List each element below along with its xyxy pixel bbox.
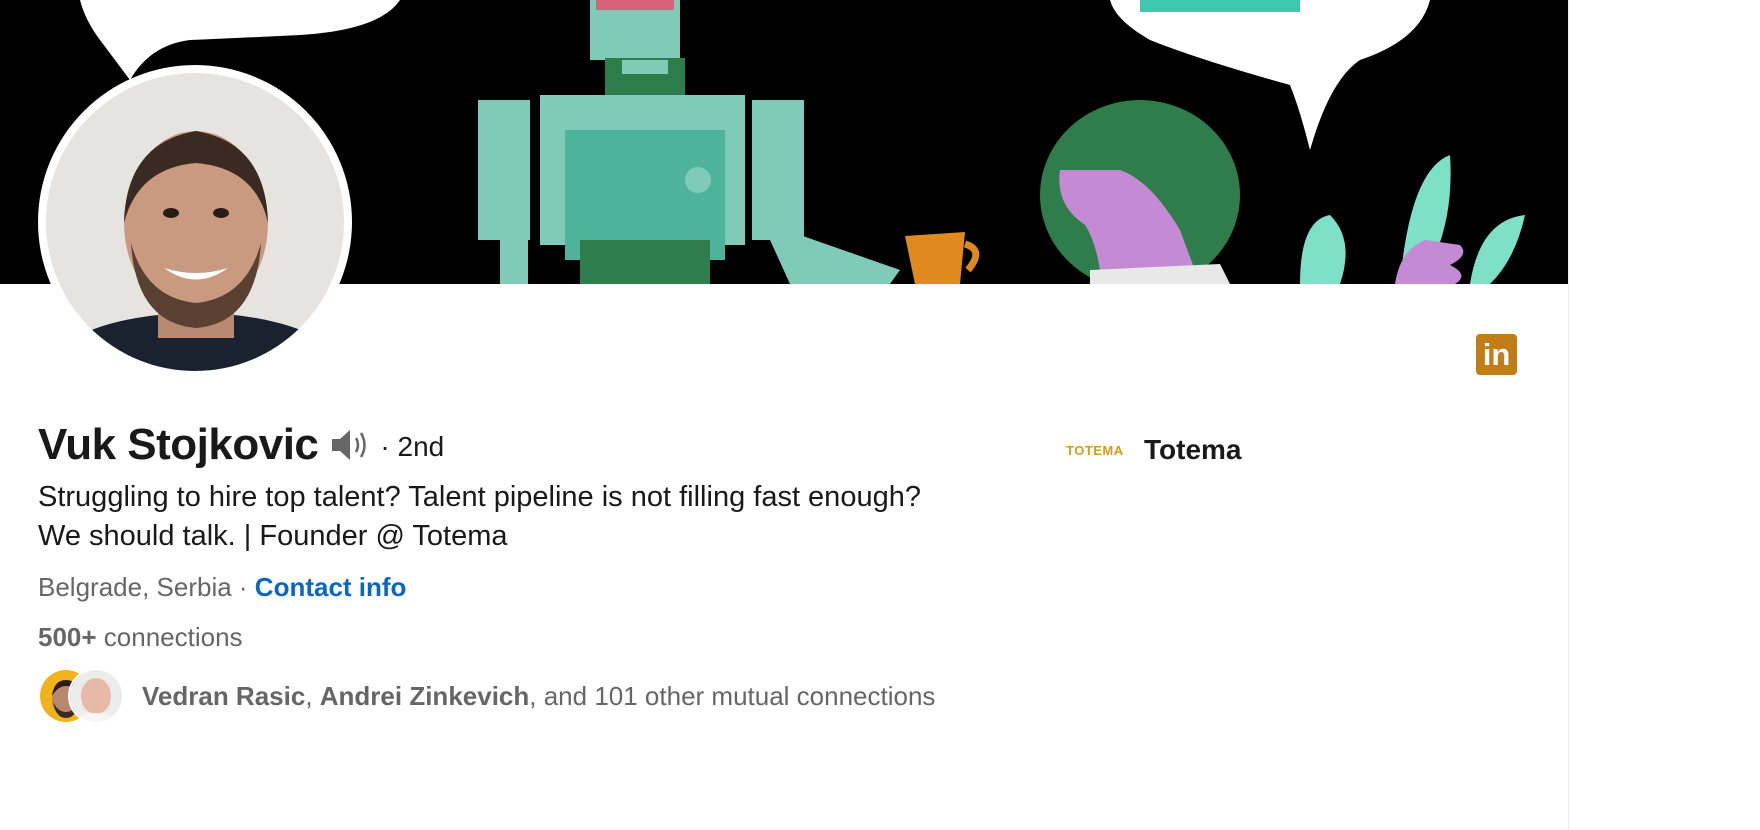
location-separator: · bbox=[231, 572, 255, 602]
connections-label: connections bbox=[96, 622, 243, 652]
mutual-connections[interactable]: Vedran Rasic, Andrei Zinkevich, and 101 … bbox=[38, 668, 935, 724]
connections-count[interactable]: 500+ connections bbox=[38, 622, 243, 653]
mutual-rest: , and 101 other mutual connections bbox=[529, 680, 936, 711]
headline-line-1: Struggling to hire top talent? Talent pi… bbox=[38, 481, 921, 513]
mutual-avatar-2 bbox=[68, 668, 124, 724]
location-row: Belgrade, Serbia · Contact info bbox=[38, 572, 406, 603]
profile-photo[interactable] bbox=[38, 65, 352, 379]
profile-headline: Struggling to hire top talent? Talent pi… bbox=[38, 478, 1038, 556]
profile-name: Vuk Stojkovic bbox=[38, 420, 319, 469]
mutual-connections-text: Vedran Rasic, Andrei Zinkevich, and 101 … bbox=[142, 681, 935, 712]
right-gutter bbox=[1568, 0, 1760, 830]
company-logo: TOTEMA bbox=[1066, 432, 1128, 468]
contact-info-link[interactable]: Contact info bbox=[255, 572, 407, 603]
company-name: Totema bbox=[1144, 434, 1242, 465]
name-row: Vuk Stojkovic · 2nd bbox=[38, 420, 444, 470]
mutual-name-1[interactable]: Vedran Rasic bbox=[142, 681, 305, 711]
linkedin-icon[interactable]: in bbox=[1476, 334, 1517, 375]
profile-photo-image bbox=[46, 73, 344, 371]
speaker-icon[interactable] bbox=[330, 427, 370, 468]
headline-line-2: We should talk. | Founder @ Totema bbox=[38, 520, 508, 552]
company-logo-text: TOTEMA bbox=[1066, 442, 1124, 458]
mutual-sep: , bbox=[305, 680, 320, 711]
connections-number: 500+ bbox=[38, 622, 97, 652]
connection-degree: · 2nd bbox=[380, 431, 445, 462]
mutual-name-2[interactable]: Andrei Zinkevich bbox=[320, 681, 530, 711]
location-text: Belgrade, Serbia bbox=[38, 572, 232, 602]
current-company[interactable]: TOTEMA Totema bbox=[1066, 432, 1242, 468]
